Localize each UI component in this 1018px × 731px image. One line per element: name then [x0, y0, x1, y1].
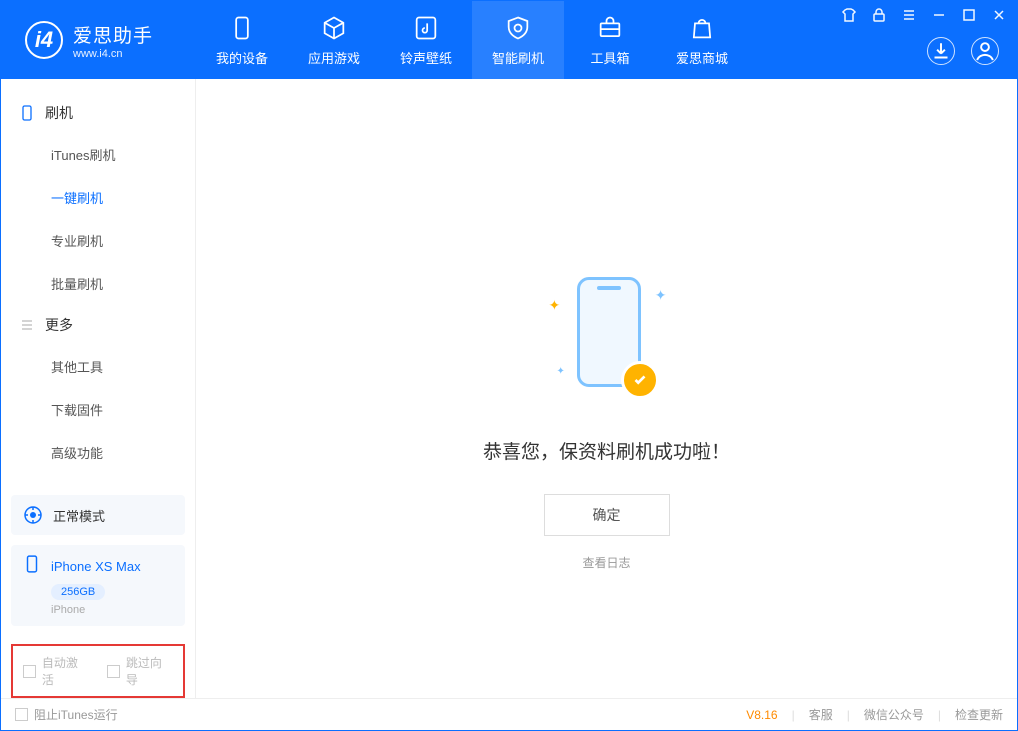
- toolbox-icon: [596, 14, 624, 42]
- device-type: iPhone: [51, 604, 173, 616]
- checkbox-box-icon: [23, 665, 36, 678]
- app-url: www.i4.cn: [73, 48, 153, 60]
- tab-label: 我的设备: [216, 48, 268, 67]
- logo-area: i4 爱思助手 www.i4.cn: [1, 1, 196, 79]
- tab-my-device[interactable]: 我的设备: [196, 1, 288, 79]
- download-icon[interactable]: [927, 37, 955, 65]
- mode-text: 正常模式: [53, 506, 105, 525]
- logo-icon: i4: [25, 21, 63, 59]
- tab-smart-flash[interactable]: 智能刷机: [472, 1, 564, 79]
- main-content: ✦ ✦ ✦ 恭喜您，保资料刷机成功啦！ 确定 查看日志: [196, 79, 1017, 698]
- group-title: 刷机: [45, 103, 73, 123]
- music-note-icon: [412, 14, 440, 42]
- checkbox-box-icon: [15, 708, 28, 721]
- titlebar-icons: [841, 7, 1007, 23]
- minimize-icon[interactable]: [931, 7, 947, 23]
- refresh-shield-icon: [504, 14, 532, 42]
- user-icon[interactable]: [971, 37, 999, 65]
- divider: |: [847, 708, 850, 722]
- mode-icon: [23, 505, 43, 525]
- sidebar-item-advanced[interactable]: 高级功能: [1, 431, 195, 474]
- sidebar-group-more: 更多: [1, 305, 195, 345]
- sidebar-item-one-click-flash[interactable]: 一键刷机: [1, 176, 195, 219]
- logo-text: 爱思助手 www.i4.cn: [73, 21, 153, 60]
- success-message: 恭喜您，保资料刷机成功啦！: [483, 437, 730, 464]
- app-header: i4 爱思助手 www.i4.cn 我的设备 应用游戏 铃声壁纸 智能刷机 工具…: [1, 1, 1017, 79]
- sidebar-item-other-tools[interactable]: 其他工具: [1, 345, 195, 388]
- tab-toolbox[interactable]: 工具箱: [564, 1, 656, 79]
- divider: |: [938, 708, 941, 722]
- checkbox-label: 自动激活: [42, 654, 89, 688]
- close-icon[interactable]: [991, 7, 1007, 23]
- device-name: iPhone XS Max: [51, 559, 141, 574]
- shirt-icon[interactable]: [841, 7, 857, 23]
- app-body: 刷机 iTunes刷机 一键刷机 专业刷机 批量刷机 更多 其他工具 下载固件 …: [1, 79, 1017, 698]
- divider: |: [792, 708, 795, 722]
- checkbox-skip-guide[interactable]: 跳过向导: [107, 654, 173, 688]
- app-name: 爱思助手: [73, 21, 153, 48]
- sidebar-item-download-firmware[interactable]: 下载固件: [1, 388, 195, 431]
- device-box[interactable]: iPhone XS Max 256GB iPhone: [11, 545, 185, 626]
- tab-label: 铃声壁纸: [400, 48, 452, 67]
- tab-apps-games[interactable]: 应用游戏: [288, 1, 380, 79]
- version-label: V8.16: [746, 708, 777, 722]
- mode-box[interactable]: 正常模式: [11, 495, 185, 535]
- sidebar: 刷机 iTunes刷机 一键刷机 专业刷机 批量刷机 更多 其他工具 下载固件 …: [1, 79, 196, 698]
- sparkle-icon: ✦: [557, 366, 565, 377]
- menu-icon[interactable]: [901, 7, 917, 23]
- sidebar-item-itunes-flash[interactable]: iTunes刷机: [1, 133, 195, 176]
- tab-label: 工具箱: [590, 48, 629, 67]
- tab-store[interactable]: 爱思商城: [656, 1, 748, 79]
- view-log-link[interactable]: 查看日志: [582, 554, 630, 571]
- tab-label: 应用游戏: [308, 48, 360, 67]
- checkbox-auto-activate[interactable]: 自动激活: [23, 654, 89, 688]
- list-icon: [19, 317, 35, 333]
- cube-icon: [320, 14, 348, 42]
- checkbox-box-icon: [107, 665, 120, 678]
- sidebar-group-flash: 刷机: [1, 93, 195, 133]
- footer-link-update[interactable]: 检查更新: [955, 706, 1003, 723]
- sidebar-bottom: 正常模式 iPhone XS Max 256GB iPhone: [1, 485, 195, 636]
- tab-label: 智能刷机: [492, 48, 544, 67]
- sparkle-icon: ✦: [549, 297, 561, 314]
- sparkle-icon: ✦: [655, 287, 667, 304]
- sidebar-scroll: 刷机 iTunes刷机 一键刷机 专业刷机 批量刷机 更多 其他工具 下载固件 …: [1, 79, 195, 485]
- tab-ringtones-wallpapers[interactable]: 铃声壁纸: [380, 1, 472, 79]
- device-phone-icon: [23, 555, 41, 578]
- highlighted-checkbox-bar: 自动激活 跳过向导: [11, 644, 185, 698]
- checkbox-label: 阻止iTunes运行: [34, 706, 118, 723]
- checkbox-label: 跳过向导: [126, 654, 173, 688]
- footer-link-wechat[interactable]: 微信公众号: [864, 706, 924, 723]
- device-storage-chip: 256GB: [51, 584, 105, 600]
- check-badge-icon: [621, 361, 659, 399]
- header-action-icons: [927, 37, 999, 65]
- phone-outline-icon: [19, 105, 35, 121]
- tab-label: 爱思商城: [676, 48, 728, 67]
- success-illustration: ✦ ✦ ✦: [527, 267, 687, 407]
- device-icon: [228, 14, 256, 42]
- maximize-icon[interactable]: [961, 7, 977, 23]
- device-row: iPhone XS Max: [23, 555, 173, 578]
- footer-right: V8.16 | 客服 | 微信公众号 | 检查更新: [746, 706, 1003, 723]
- footer-link-support[interactable]: 客服: [809, 706, 833, 723]
- group-title: 更多: [45, 315, 73, 335]
- sidebar-item-batch-flash[interactable]: 批量刷机: [1, 262, 195, 305]
- bag-icon: [688, 14, 716, 42]
- lock-icon[interactable]: [871, 7, 887, 23]
- header-tabs: 我的设备 应用游戏 铃声壁纸 智能刷机 工具箱 爱思商城: [196, 1, 748, 79]
- sidebar-item-pro-flash[interactable]: 专业刷机: [1, 219, 195, 262]
- ok-button[interactable]: 确定: [544, 494, 670, 536]
- checkbox-block-itunes[interactable]: 阻止iTunes运行: [15, 706, 118, 723]
- footer: 阻止iTunes运行 V8.16 | 客服 | 微信公众号 | 检查更新: [1, 698, 1017, 730]
